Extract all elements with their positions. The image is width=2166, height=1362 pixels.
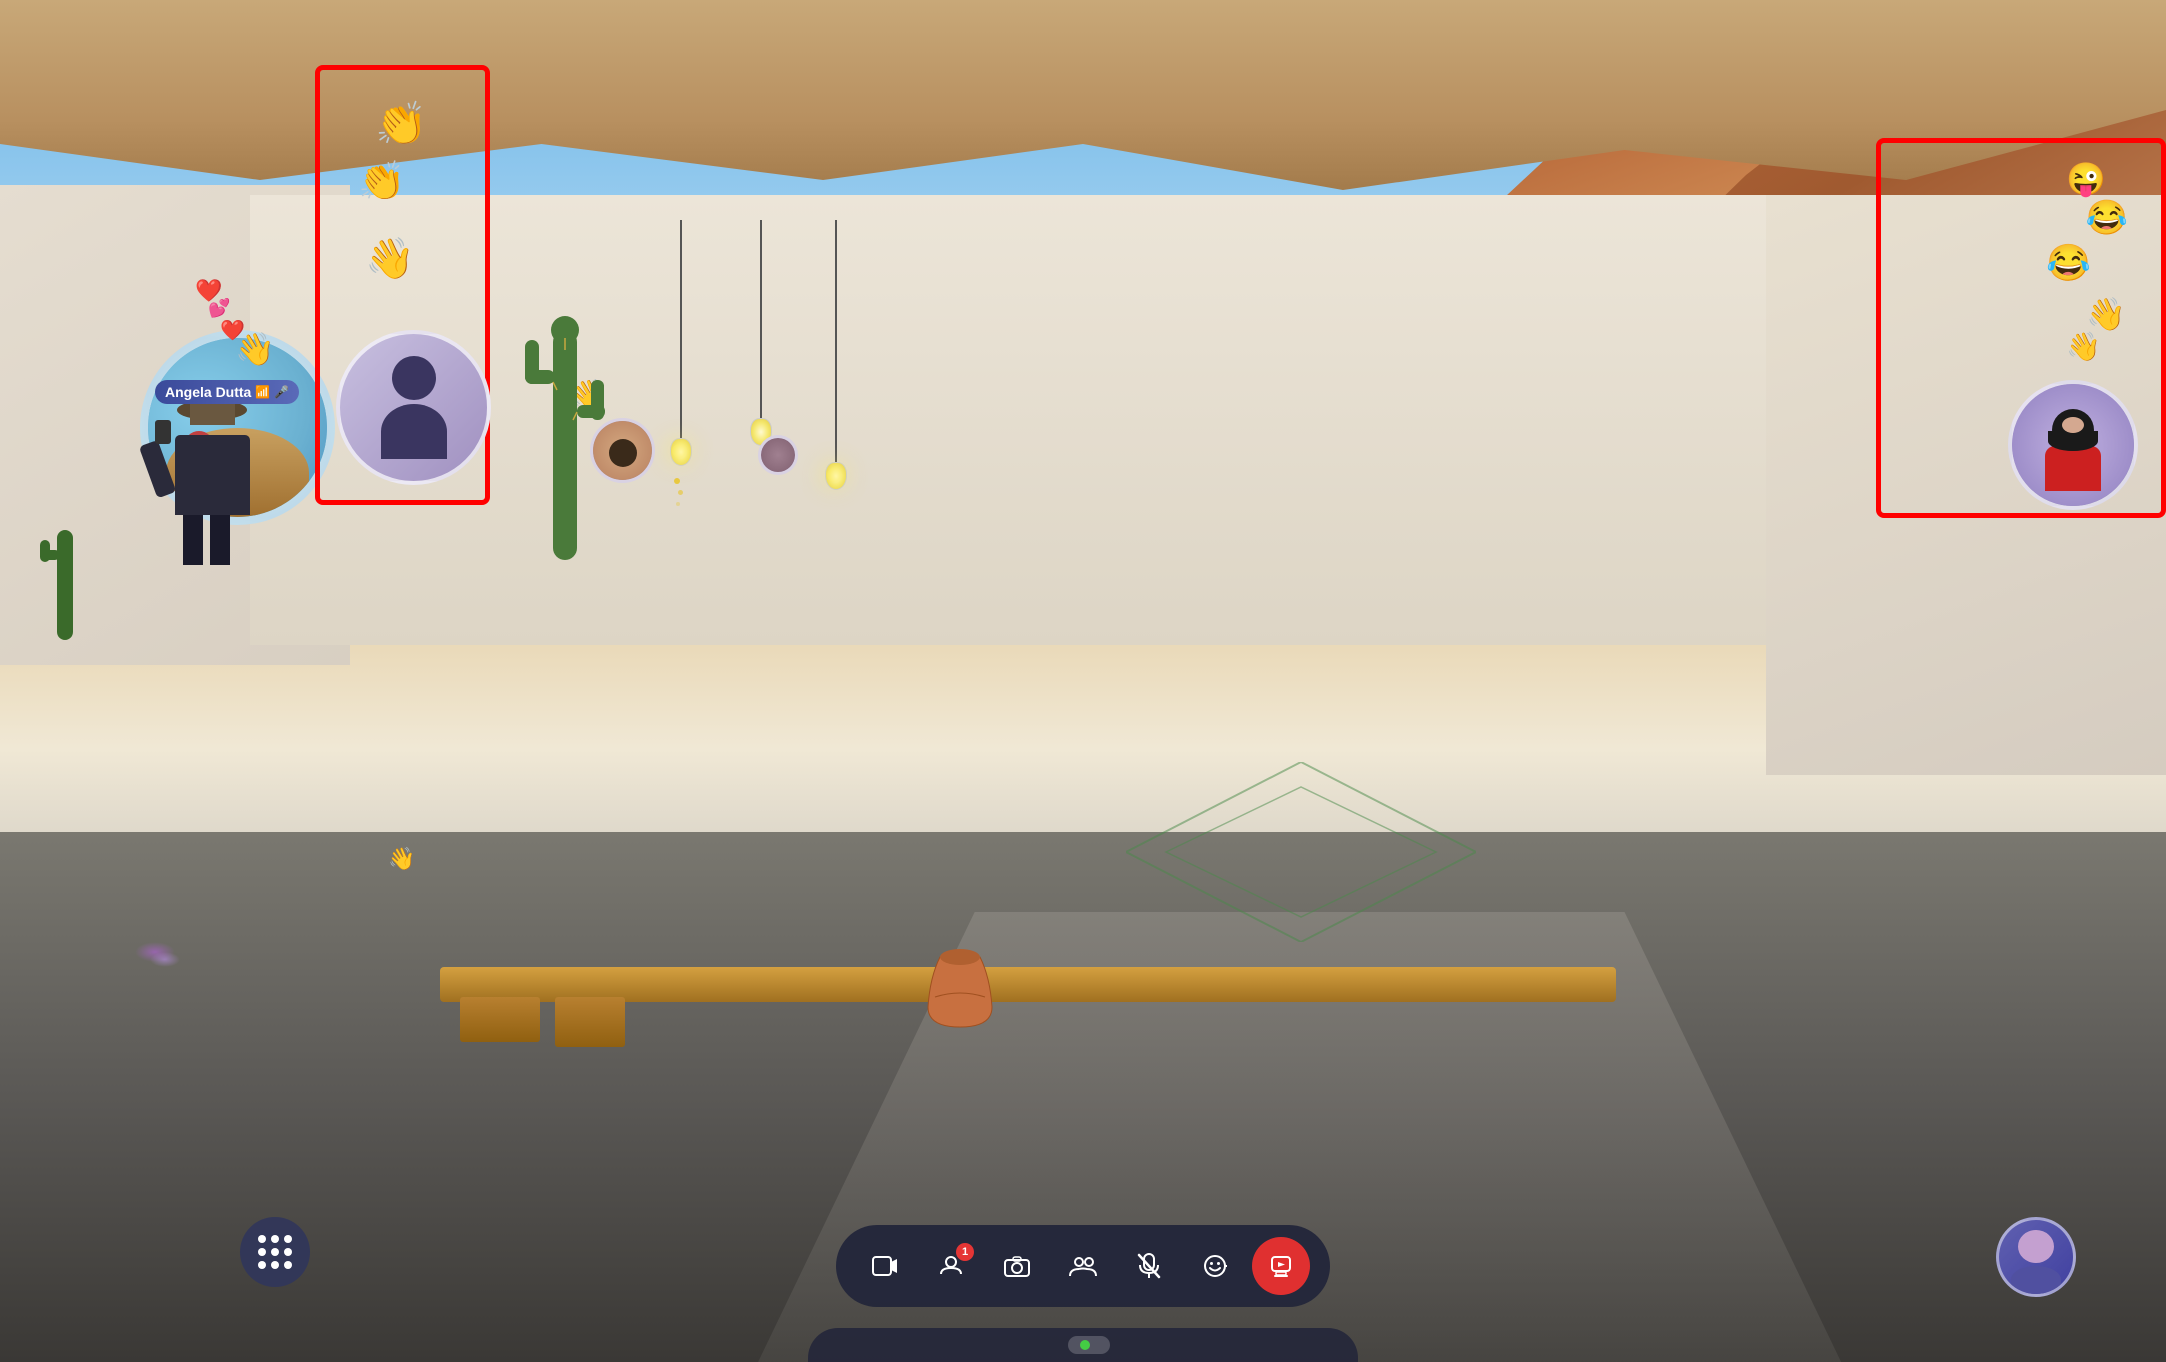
bulb-glow-3 [827, 468, 841, 482]
emoji-right-5: 👋 [2066, 330, 2101, 363]
small-avatar-center [590, 418, 655, 483]
broadcast-badge [1068, 1336, 1110, 1354]
small-avatar-small [758, 435, 798, 475]
profile-button[interactable]: 1 [922, 1237, 980, 1295]
emoji-button[interactable] [1186, 1237, 1244, 1295]
small-hand: 👋 [388, 846, 415, 872]
film-button[interactable] [856, 1237, 914, 1295]
light-dot-1 [674, 478, 680, 484]
angela-mic-icon: 🎤 [274, 385, 289, 399]
wire-3 [835, 220, 837, 475]
angela-name-badge: Angela Dutta 📶 🎤 [155, 380, 299, 404]
planter-box-1 [460, 997, 540, 1042]
wire-2 [760, 220, 762, 430]
angela-avatar [155, 390, 295, 590]
self-avatar[interactable] [1996, 1217, 2076, 1297]
sparkle-2 [150, 952, 180, 967]
planter-box-2 [555, 997, 625, 1047]
profile-badge: 1 [956, 1243, 974, 1261]
avatar-highlighted-left [336, 330, 491, 485]
toolbar: 1 [836, 1225, 1330, 1307]
menu-button[interactable] [240, 1217, 310, 1287]
bulb-glow-1 [672, 444, 686, 458]
avatar-highlighted-right [2008, 380, 2138, 510]
floor-tiles [1126, 762, 1476, 942]
record-button[interactable] [1252, 1237, 1310, 1295]
camera-button[interactable] [988, 1237, 1046, 1295]
mute-button[interactable] [1120, 1237, 1178, 1295]
clap-2: 👏 [358, 160, 405, 204]
cactus-small-1 [35, 490, 95, 645]
wire-1 [680, 220, 682, 450]
hand-angela: 👋 [235, 330, 275, 368]
wave-1: 👋 [365, 235, 415, 282]
clap-1: 👏 [375, 100, 427, 149]
vase [920, 937, 1000, 1042]
light-dot-2 [678, 490, 683, 495]
status-bar [808, 1328, 1358, 1362]
dots-grid [258, 1235, 292, 1269]
angela-name: Angela Dutta [165, 384, 251, 400]
emoji-right-4: 👋 [2086, 295, 2126, 333]
angela-wifi-icon: 📶 [255, 385, 270, 399]
emoji-right-2: 😂 [2086, 198, 2128, 238]
emoji-right-3: 😂 [2046, 242, 2091, 284]
light-dot-3 [676, 502, 680, 506]
cactus-large [515, 250, 615, 565]
group-button[interactable] [1054, 1237, 1112, 1295]
heart-2: 💕 [208, 298, 230, 319]
broadcast-dot [1080, 1340, 1090, 1350]
emoji-right-1: 😜 [2066, 160, 2106, 198]
